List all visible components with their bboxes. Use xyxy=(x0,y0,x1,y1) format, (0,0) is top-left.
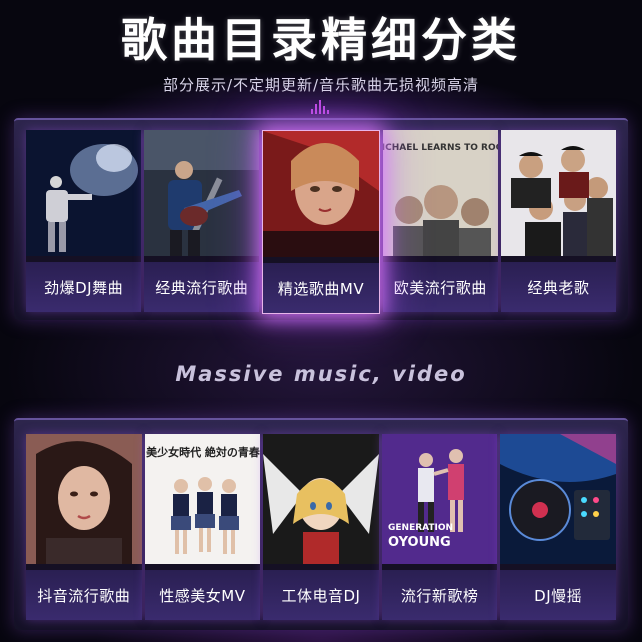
category-label: 经典老歌 xyxy=(500,262,617,312)
equalizer-icon xyxy=(311,100,333,114)
anime-character-image xyxy=(263,434,379,564)
category-label: 精选歌曲MV xyxy=(263,263,379,313)
category-card-classic-pop[interactable]: 经典流行歌曲 xyxy=(144,130,260,312)
woman-portrait-image xyxy=(26,434,142,564)
category-card-gongti-edm[interactable]: 工体电音DJ xyxy=(263,434,379,620)
page-subtitle: 部分展示/不定期更新/音乐歌曲无损视频高清 xyxy=(162,76,480,94)
generation-text: GENERATION xyxy=(388,523,453,533)
tagline: Massive music, video xyxy=(175,362,467,386)
category-card-new-songs-chart[interactable]: GENERATION OYOUNG 流行新歌榜 xyxy=(381,434,498,620)
girl-group-cover-text: 美少女時代 絶対の青春 xyxy=(146,445,261,459)
category-card-featured-mv[interactable]: 精选歌曲MV xyxy=(262,130,380,314)
category-label: 工体电音DJ xyxy=(263,570,379,620)
category-card-dj-slow[interactable]: DJ慢摇 xyxy=(500,434,616,620)
category-row-2: 抖音流行歌曲 美少女時代 絶対の青春 性感美女MV 工体电音DJ GENERAT… xyxy=(26,434,616,620)
category-label: 抖音流行歌曲 xyxy=(26,570,142,620)
category-card-douyin-pop[interactable]: 抖音流行歌曲 xyxy=(26,434,142,620)
category-card-sexy-mv[interactable]: 美少女時代 絶対の青春 性感美女MV xyxy=(144,434,261,620)
category-card-western-pop[interactable]: MICHAEL LEARNS TO ROCK 欧美流行歌曲 xyxy=(382,130,498,312)
oyoung-text: OYOUNG xyxy=(388,535,451,550)
category-label: 劲爆DJ舞曲 xyxy=(26,262,142,312)
girl-group-image: 美少女時代 絶対の青春 xyxy=(144,434,261,564)
category-card-classic-oldies[interactable]: 经典老歌 xyxy=(500,130,617,312)
band-cover-text: MICHAEL LEARNS TO ROCK xyxy=(383,143,498,153)
category-label: 经典流行歌曲 xyxy=(144,262,260,312)
guitarist-image xyxy=(144,130,260,256)
category-label: 欧美流行歌曲 xyxy=(382,262,498,312)
category-label: DJ慢摇 xyxy=(500,570,616,620)
page-title: 歌曲目录精细分类 xyxy=(121,13,521,67)
dj-turntable-image xyxy=(500,434,616,564)
category-label: 流行新歌榜 xyxy=(381,570,498,620)
dj-performer-image xyxy=(26,130,142,256)
band-album-image: MICHAEL LEARNS TO ROCK xyxy=(382,130,498,256)
dancers-image: GENERATION OYOUNG xyxy=(381,434,498,564)
category-row-1: 劲爆DJ舞曲 经典流行歌曲 精选歌曲MV ICHAEL LEARNS TO RO… xyxy=(26,130,617,314)
group-photo-image xyxy=(500,130,617,256)
singer-portrait-image xyxy=(263,131,379,257)
category-card-dj-dance[interactable]: 劲爆DJ舞曲 xyxy=(26,130,142,312)
category-label: 性感美女MV xyxy=(144,570,261,620)
